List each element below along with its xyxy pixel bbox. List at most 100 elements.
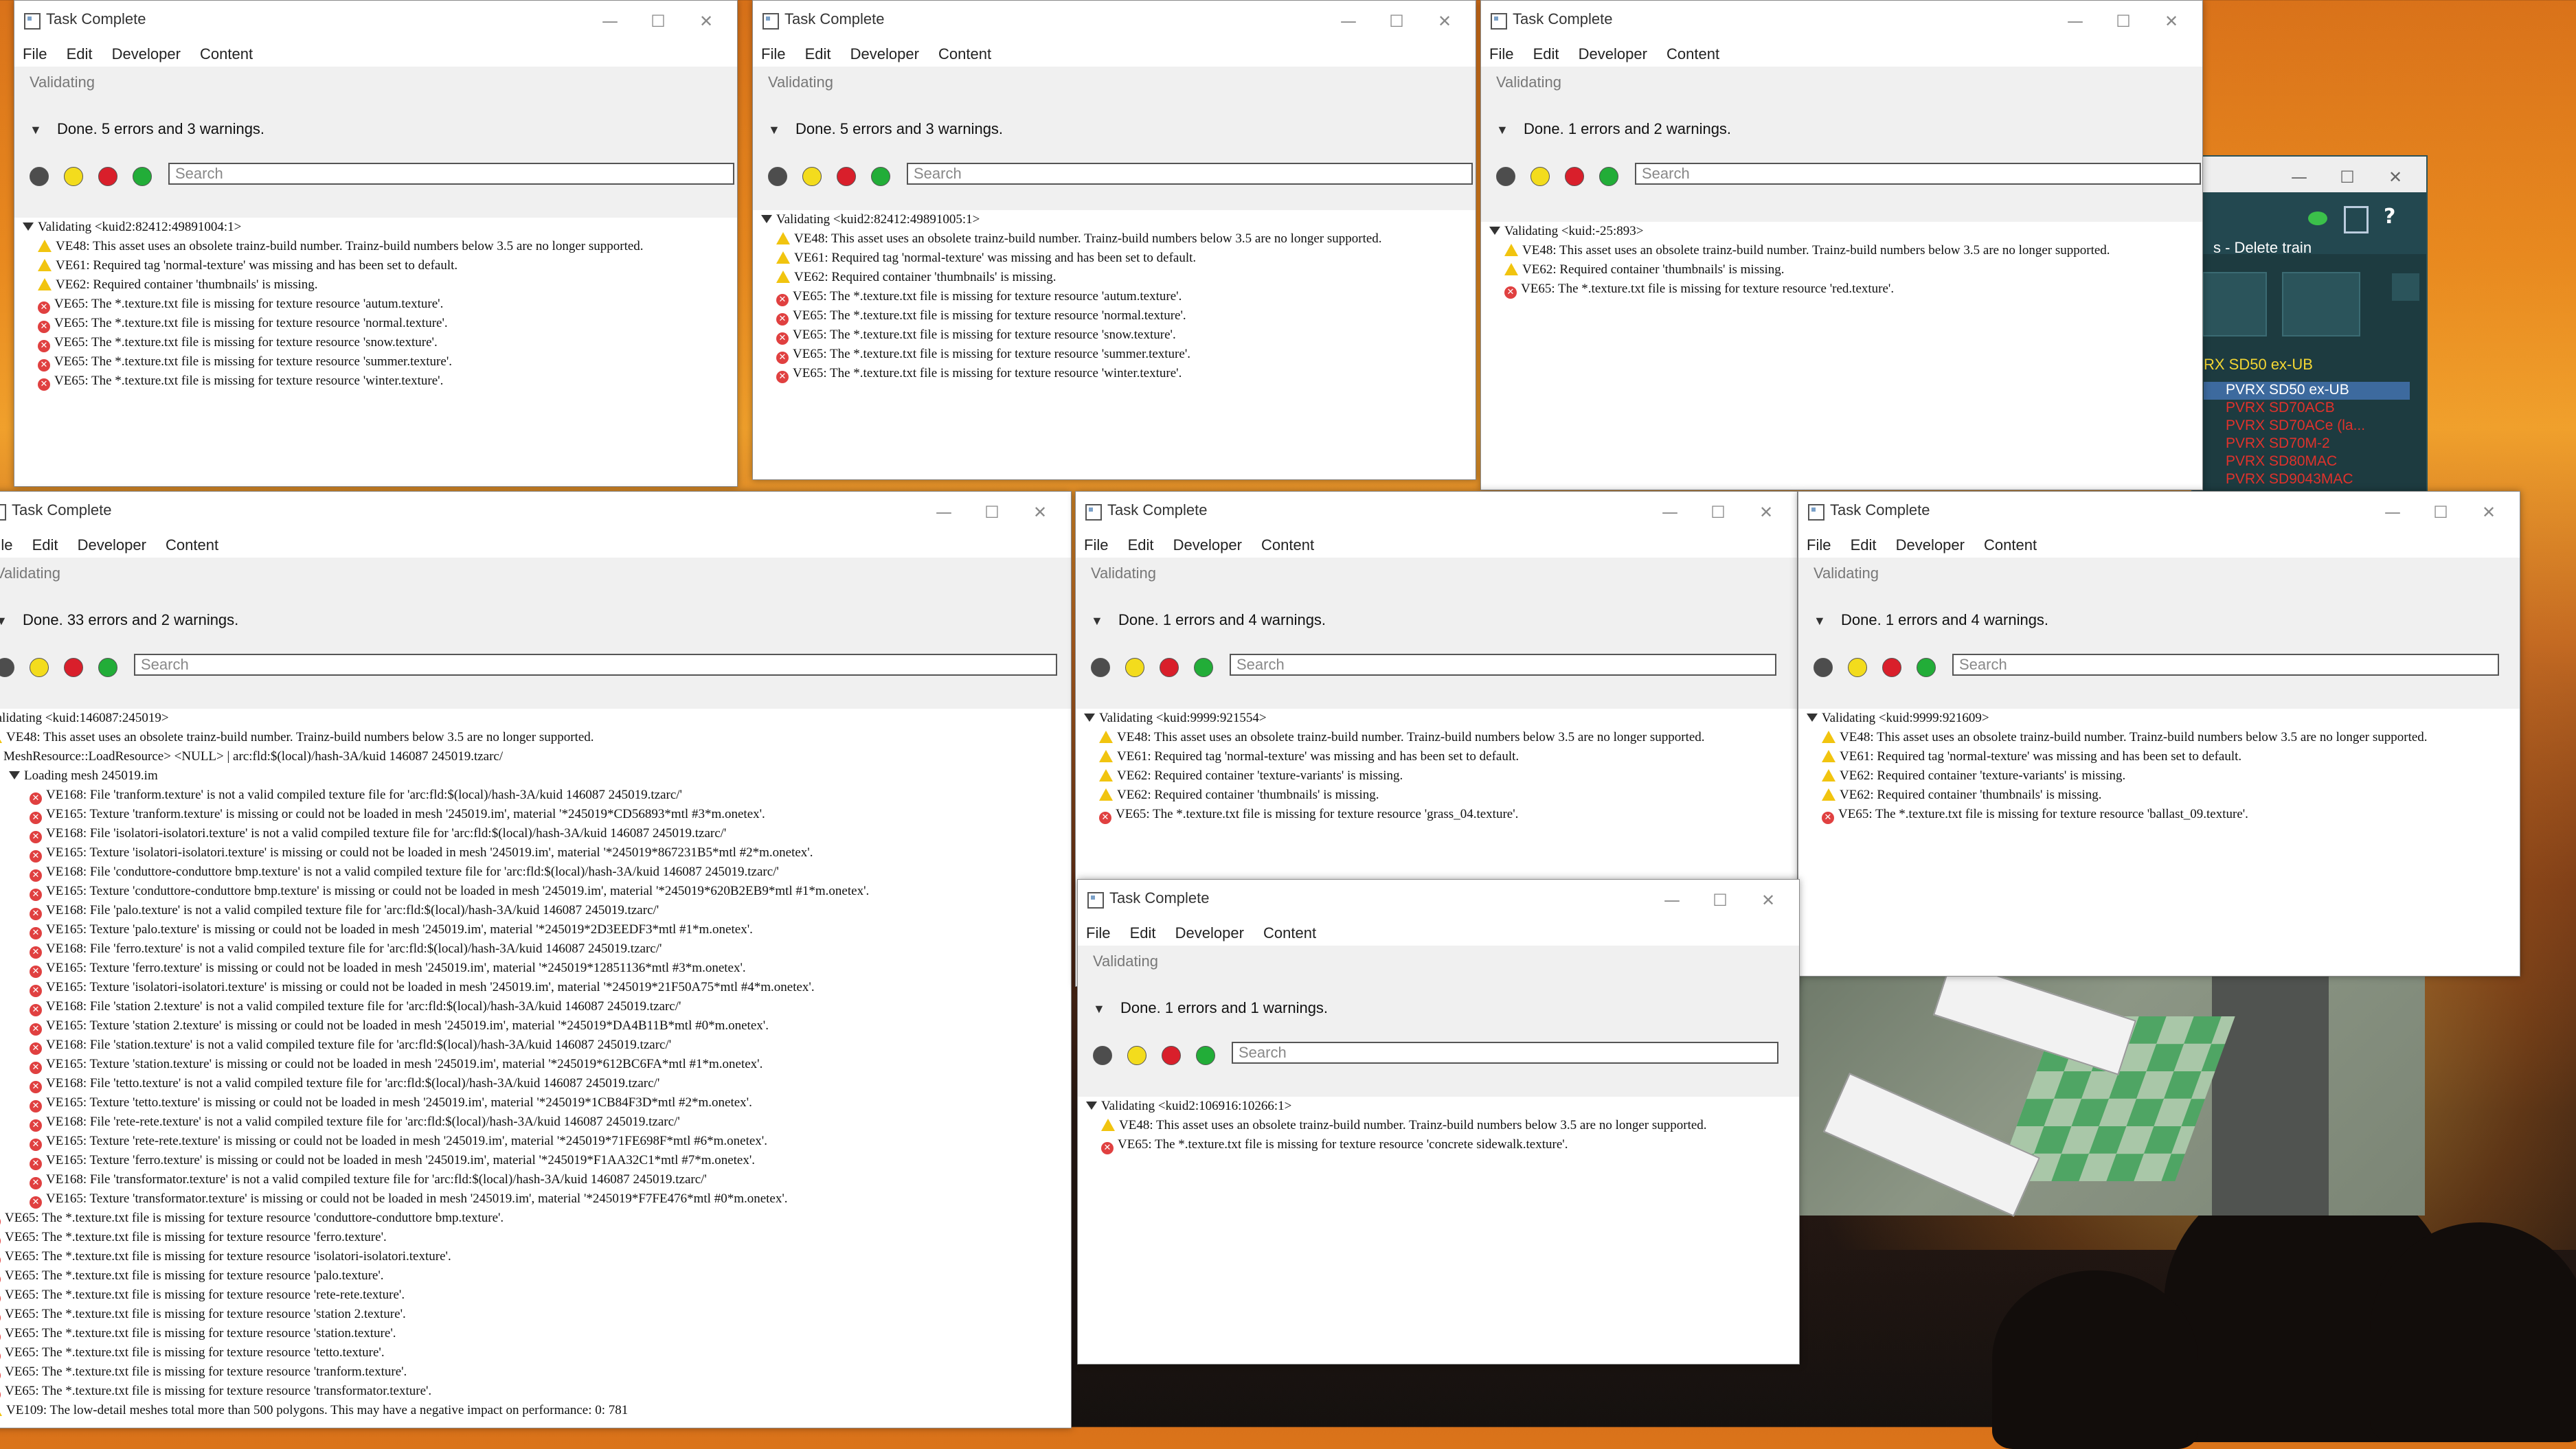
minimize-icon[interactable]: — (2051, 8, 2099, 35)
close-icon[interactable]: ✕ (1421, 8, 1469, 35)
menu-content[interactable]: Content (1255, 922, 1323, 942)
filter-warnings-icon[interactable] (64, 167, 83, 186)
loco-item[interactable]: PVRX SD80MAC (2204, 453, 2410, 471)
log-line[interactable]: ✕ VE65: The *.texture.txt file is missing… (1481, 279, 2202, 299)
menu-edit[interactable]: Edit (58, 43, 100, 63)
log-line[interactable]: VE48: This asset uses an obsolete trainz… (1076, 728, 1797, 747)
log-line[interactable]: ✕ VE165: Texture 'isolatori-isolatori.tex… (0, 978, 1071, 997)
log-line[interactable]: Validating <kuid:146087:245019> (0, 709, 1071, 728)
menu-edit[interactable]: Edit (1120, 534, 1161, 554)
search-input[interactable]: Search (1635, 163, 2201, 185)
log-line[interactable]: ✕ VE65: The *.texture.txt file is missing… (0, 1382, 1071, 1401)
expand-arrow-icon[interactable] (1489, 227, 1500, 235)
menu-developer[interactable]: Developer (1165, 534, 1249, 554)
filter-ok-icon[interactable] (1917, 658, 1936, 677)
log-line[interactable]: ✕ VE165: Texture 'transformator.texture' … (0, 1189, 1071, 1209)
log-line[interactable]: ✕ VE168: File 'station 2.texture' is not … (0, 997, 1071, 1016)
log-line[interactable]: ✕ VE165: Texture 'tetto.texture' is missi… (0, 1093, 1071, 1113)
close-icon[interactable]: ✕ (2371, 163, 2419, 191)
log-line[interactable]: ✕ VE65: The *.texture.txt file is missing… (0, 1209, 1071, 1228)
log-line[interactable]: ✕ VE65: The *.texture.txt file is missing… (0, 1228, 1071, 1247)
filter-errors-icon[interactable] (98, 167, 117, 186)
log-line[interactable]: Validating <kuid2:82412:49891005:1> (753, 210, 1476, 229)
log-line[interactable]: VE62: Required container 'thumbnails' is… (1798, 786, 2520, 805)
log-line[interactable]: ✕ VE165: Texture 'palo.texture' is missin… (0, 920, 1071, 939)
menu-edit[interactable]: Edit (1842, 534, 1884, 554)
filter-warnings-icon[interactable] (1848, 658, 1867, 677)
log-line[interactable]: ✕ VE65: The *.texture.txt file is missing… (0, 1305, 1071, 1324)
log-line[interactable]: ✕ VE65: The *.texture.txt file is missing… (753, 306, 1476, 326)
menu-content[interactable]: Content (157, 534, 225, 554)
menu-file[interactable]: File (1481, 43, 1520, 63)
log-line[interactable]: ✕ VE65: The *.texture.txt file is missing… (0, 1343, 1071, 1362)
filter-all-icon[interactable] (768, 167, 787, 186)
collapse-arrow-icon[interactable]: ▼ (30, 123, 42, 137)
expand-arrow-icon[interactable] (761, 215, 772, 223)
log-line[interactable]: VE62: Required container 'thumbnails' is… (1481, 260, 2202, 279)
log-line[interactable]: ✕ VE65: The *.texture.txt file is missing… (0, 1266, 1071, 1286)
close-icon[interactable]: ✕ (1744, 887, 1792, 914)
filter-warnings-icon[interactable] (802, 167, 822, 186)
filter-errors-icon[interactable] (1160, 658, 1179, 677)
minimize-icon[interactable]: — (1648, 887, 1696, 914)
summary-row[interactable]: ▼ Done. 5 errors and 3 warnings. (14, 108, 737, 156)
menu-content[interactable]: Content (1253, 534, 1321, 554)
filter-errors-icon[interactable] (1882, 658, 1901, 677)
filter-ok-icon[interactable] (1196, 1046, 1215, 1065)
log-line[interactable]: ✕ VE65: The *.texture.txt file is missing… (1078, 1135, 1799, 1154)
close-icon[interactable]: ✕ (682, 8, 730, 35)
log-line[interactable]: ✕ VE168: File 'ferro.texture' is not a va… (0, 939, 1071, 959)
log-line[interactable]: ✕ VE165: Texture 'station.texture' is mis… (0, 1055, 1071, 1074)
log-line[interactable]: VE48: This asset uses an obsolete trainz… (1798, 728, 2520, 747)
log-line[interactable]: VE61: Required tag 'normal-texture' was … (14, 256, 737, 275)
filter-warnings-icon[interactable] (30, 658, 49, 677)
menu-developer[interactable]: Developer (104, 43, 188, 63)
log-line[interactable]: VE62: Required container 'thumbnails' is… (1076, 786, 1797, 805)
menu-file[interactable]: File (1798, 534, 1838, 554)
window-titlebar[interactable]: Task Complete — ☐ ✕ (753, 1, 1476, 43)
log-line[interactable]: ✕ VE165: Texture 'ferro.texture' is missi… (0, 959, 1071, 978)
search-input[interactable]: Search (134, 654, 1057, 676)
window-titlebar[interactable]: Task Complete — ☐ ✕ (1078, 880, 1799, 922)
filter-errors-icon[interactable] (1565, 167, 1584, 186)
minimize-icon[interactable]: — (1324, 8, 1372, 35)
filter-all-icon[interactable] (30, 167, 49, 186)
collapse-arrow-icon[interactable]: ▼ (1814, 614, 1826, 628)
log-line[interactable]: ✕ VE168: File 'station.texture' is not a … (0, 1036, 1071, 1055)
log-line[interactable]: ✕ VE168: File 'transformator.texture' is … (0, 1170, 1071, 1189)
log-line[interactable]: ✕ VE65: The *.texture.txt file is missing… (1798, 805, 2520, 824)
close-icon[interactable]: ✕ (1742, 499, 1790, 526)
filter-ok-icon[interactable] (133, 167, 152, 186)
log-line[interactable]: VE61: Required tag 'normal-texture' was … (1798, 747, 2520, 766)
log-line[interactable]: MeshResource::LoadResource> <NULL> | arc… (0, 747, 1071, 766)
log-line[interactable]: Validating <kuid2:106916:10266:1> (1078, 1097, 1799, 1116)
minimize-icon[interactable]: — (2369, 499, 2417, 526)
menu-developer[interactable]: Developer (69, 534, 153, 554)
menu-edit[interactable]: Edit (797, 43, 838, 63)
filter-ok-icon[interactable] (98, 658, 117, 677)
close-icon[interactable]: ✕ (2465, 499, 2513, 526)
summary-row[interactable]: ▼ Done. 1 errors and 4 warnings. (1076, 599, 1797, 647)
log-line[interactable]: VE61: Required tag 'normal-texture' was … (753, 249, 1476, 268)
search-input[interactable]: Search (1952, 654, 2499, 676)
loco-item[interactable]: PVRX SD70ACB (2204, 400, 2410, 418)
close-icon[interactable]: ✕ (1016, 499, 1064, 526)
minimize-icon[interactable]: — (1646, 499, 1694, 526)
menu-developer[interactable]: Developer (842, 43, 926, 63)
filter-all-icon[interactable] (1091, 658, 1110, 677)
collapse-arrow-icon[interactable]: ▼ (0, 614, 8, 628)
menu-developer[interactable]: Developer (1167, 922, 1251, 942)
filter-ok-icon[interactable] (871, 167, 890, 186)
window-titlebar[interactable]: Task Complete — ☐ ✕ (14, 1, 737, 43)
summary-row[interactable]: ▼ Done. 1 errors and 4 warnings. (1798, 599, 2520, 647)
maximize-icon[interactable]: ☐ (1694, 499, 1742, 526)
log-line[interactable]: VE48: This asset uses an obsolete trainz… (14, 237, 737, 256)
loco-item[interactable]: PVRX SD50 ex-UB (2204, 382, 2410, 400)
log-line[interactable]: ✕ VE65: The *.texture.txt file is missing… (14, 333, 737, 352)
filter-all-icon[interactable] (1093, 1046, 1112, 1065)
wagon-icon[interactable] (2282, 272, 2360, 336)
log-line[interactable]: VE62: Required container 'thumbnails' is… (14, 275, 737, 295)
menu-edit[interactable]: Edit (1122, 922, 1163, 942)
log-line[interactable]: Loading mesh 245019.im (0, 766, 1071, 786)
menu-content[interactable]: Content (930, 43, 998, 63)
